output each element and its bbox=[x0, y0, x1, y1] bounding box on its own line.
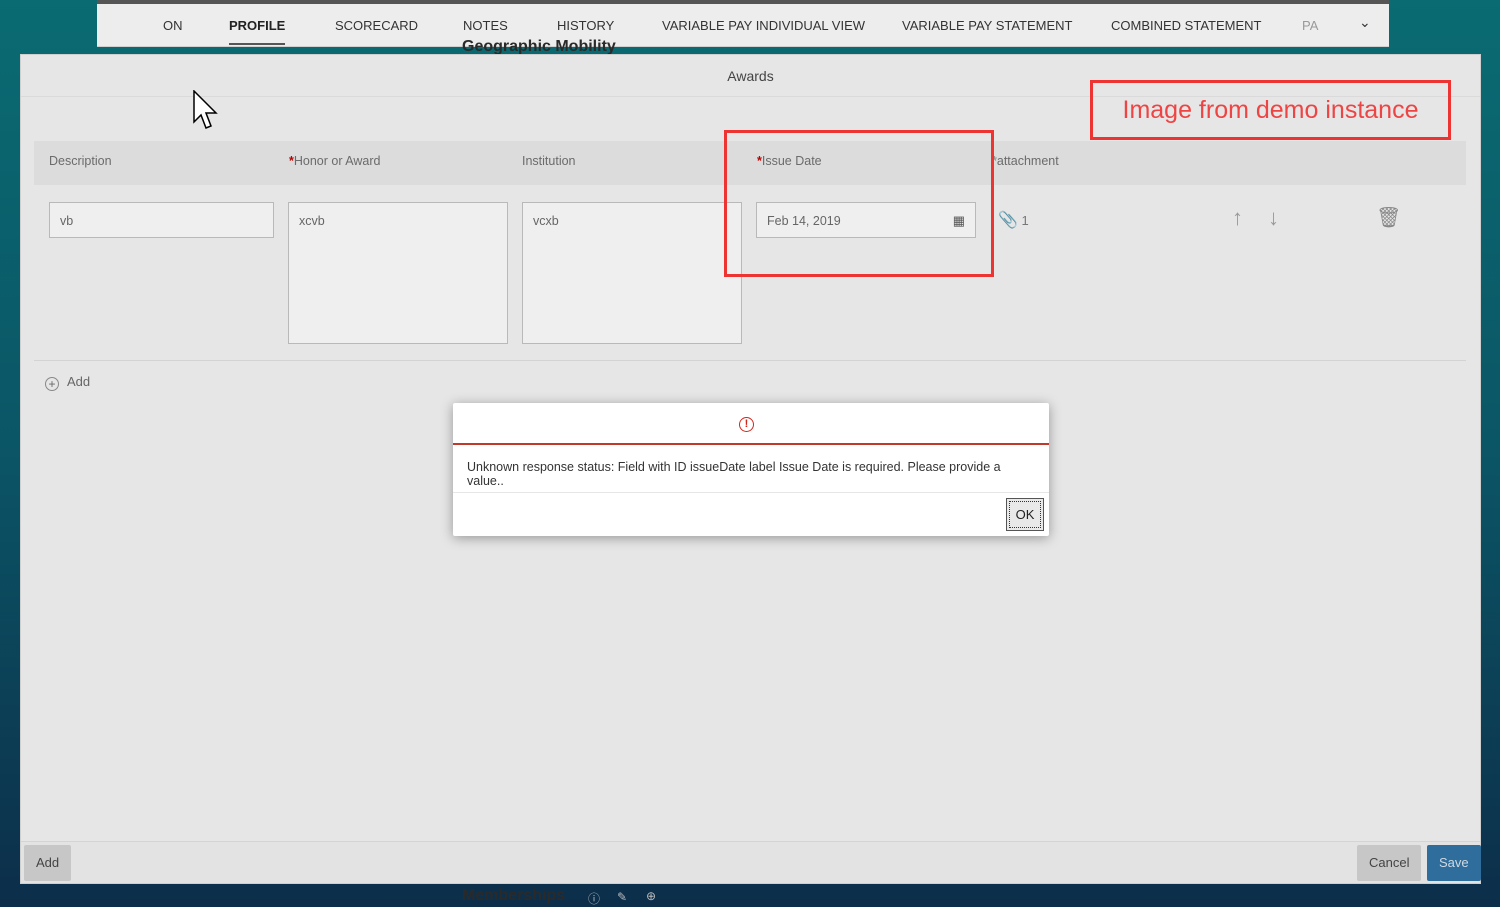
error-dialog-header: ! bbox=[453, 403, 1049, 445]
tab-scorecard[interactable]: SCORECARD bbox=[335, 18, 418, 33]
save-button[interactable]: Save bbox=[1427, 845, 1481, 881]
tab-history[interactable]: HISTORY bbox=[557, 18, 614, 33]
attachment-link[interactable]: 📎 1 bbox=[998, 210, 1029, 230]
add-row-label: Add bbox=[67, 374, 91, 389]
institution-textarea[interactable]: vcxb bbox=[522, 202, 742, 344]
error-dialog: ! Unknown response status: Field with ID… bbox=[453, 403, 1049, 536]
tab-combined-statement[interactable]: COMBINED STATEMENT bbox=[1111, 18, 1261, 33]
add-circle-icon: + bbox=[45, 377, 59, 391]
top-strip bbox=[97, 0, 1389, 4]
col-description: Description bbox=[49, 154, 112, 168]
col-honor-or-award: *Honor or Award bbox=[289, 154, 381, 168]
demo-instance-label: Image from demo instance bbox=[1090, 80, 1451, 140]
move-down-icon[interactable]: ↓ bbox=[1268, 205, 1279, 231]
tab-on[interactable]: ON bbox=[163, 18, 183, 33]
top-tab-bar: ON PROFILE SCORECARD NOTES HISTORY VARIA… bbox=[97, 0, 1389, 47]
tab-pa[interactable]: PA bbox=[1302, 18, 1318, 33]
trash-icon[interactable]: 🗑 bbox=[1376, 205, 1401, 230]
error-icon: ! bbox=[739, 417, 754, 432]
honor-or-award-textarea[interactable]: xcvb bbox=[288, 202, 508, 344]
col-honor-label: Honor or Award bbox=[293, 154, 381, 168]
issue-date-highlight bbox=[724, 130, 994, 277]
memberships-heading: Memberships bbox=[462, 887, 566, 904]
paperclip-icon: 📎 bbox=[998, 212, 1018, 229]
footer-add-button[interactable]: Add bbox=[24, 845, 72, 881]
add-icon[interactable]: ⊕ bbox=[646, 889, 656, 903]
chevron-down-icon[interactable]: ⌄ bbox=[1359, 14, 1371, 31]
ok-button[interactable]: OK bbox=[1006, 498, 1044, 531]
attachment-count: 1 bbox=[1021, 213, 1029, 228]
tab-variable-pay-statement[interactable]: VARIABLE PAY STATEMENT bbox=[902, 18, 1073, 33]
tab-variable-pay-individual-view[interactable]: VARIABLE PAY INDIVIDUAL VIEW bbox=[662, 18, 865, 33]
error-message: Unknown response status: Field with ID i… bbox=[453, 445, 1049, 493]
cancel-button[interactable]: Cancel bbox=[1357, 845, 1422, 881]
row-divider bbox=[34, 360, 1466, 361]
mouse-cursor-icon bbox=[193, 90, 218, 129]
tab-profile[interactable]: PROFILE bbox=[229, 18, 286, 45]
col-attachment: *attachment bbox=[992, 154, 1059, 168]
help-icon[interactable]: ⓘ bbox=[588, 890, 600, 907]
description-input[interactable]: vb bbox=[49, 202, 274, 238]
edit-icon[interactable]: ✎ bbox=[617, 890, 627, 904]
move-up-icon[interactable]: ↑ bbox=[1232, 205, 1243, 231]
col-institution: Institution bbox=[522, 154, 576, 168]
col-attachment-label: attachment bbox=[996, 154, 1059, 168]
tab-notes[interactable]: NOTES bbox=[463, 18, 508, 33]
awards-footer: Add Cancel Save bbox=[21, 841, 1481, 883]
add-row-button[interactable]: + Add bbox=[45, 374, 90, 391]
